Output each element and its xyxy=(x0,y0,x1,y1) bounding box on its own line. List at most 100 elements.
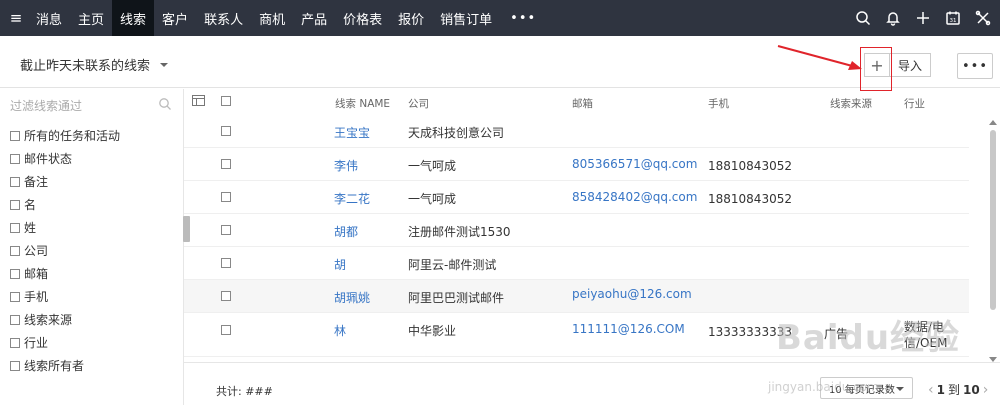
table-row[interactable]: 胡都 注册邮件测试1530 xyxy=(184,214,969,247)
industry-cell: 数据/电信/OEM xyxy=(904,320,948,350)
nav-item-home[interactable]: 主页 xyxy=(70,0,112,36)
company-cell: 阿里云-邮件测试 xyxy=(408,258,497,272)
lead-name-link[interactable]: 李伟 xyxy=(334,157,358,174)
table-row[interactable]: 林 中华影业 111111@126.COM 13333333333 广告 数据/… xyxy=(184,313,969,357)
column-settings-icon[interactable] xyxy=(192,95,206,107)
nav-item-contacts[interactable]: 联系人 xyxy=(196,0,251,36)
filter-search-input[interactable]: 过滤线索通过 xyxy=(10,97,172,117)
table-header: 线索 NAME 公司 邮箱 手机 线索来源 行业 xyxy=(184,89,1000,115)
filter-item-lead-owner[interactable]: 线索所有者 xyxy=(10,354,120,377)
row-checkbox[interactable] xyxy=(221,159,231,169)
filter-item-email-status[interactable]: 邮件状态 xyxy=(10,147,120,170)
column-header-email[interactable]: 邮箱 xyxy=(572,96,593,111)
filter-checkbox[interactable] xyxy=(10,337,20,348)
lead-name-link[interactable]: 胡都 xyxy=(334,223,358,240)
scroll-thumb[interactable] xyxy=(990,130,996,310)
table-row[interactable]: 胡珮姚 阿里巴巴测试邮件 peiyaohu@126.com xyxy=(184,280,969,313)
filter-item-first-name[interactable]: 名 xyxy=(10,193,120,216)
lead-name-link[interactable]: 林 xyxy=(334,322,346,339)
table-row[interactable]: 李伟 一气呵成 805366571@qq.com 18810843052 xyxy=(184,148,969,181)
hamburger-menu-icon[interactable]: ≡ xyxy=(0,0,28,36)
search-icon[interactable] xyxy=(852,7,874,29)
row-checkbox[interactable] xyxy=(221,258,231,268)
filter-checkbox[interactable] xyxy=(10,130,20,141)
column-header-lead-source[interactable]: 线索来源 xyxy=(830,96,872,111)
email-link[interactable]: 111111@126.COM xyxy=(572,322,685,336)
nav-more-button[interactable]: ••• xyxy=(500,11,546,26)
filter-item-last-name[interactable]: 姓 xyxy=(10,216,120,239)
company-cell: 注册邮件测试1530 xyxy=(408,225,511,239)
more-actions-button[interactable]: ••• xyxy=(957,53,993,79)
chevron-down-icon xyxy=(160,62,169,67)
top-navigation-bar: ≡ 消息 主页 线索 客户 联系人 商机 产品 价格表 报价 销售订单 ••• … xyxy=(0,0,1000,36)
filter-checkbox[interactable] xyxy=(10,153,20,164)
filter-checkbox[interactable] xyxy=(10,199,20,210)
filter-item-mobile[interactable]: 手机 xyxy=(10,285,120,308)
previous-page-icon[interactable]: ‹ xyxy=(928,382,934,398)
filter-item-label: 备注 xyxy=(24,175,49,189)
table-row[interactable]: 王宝宝 天成科技创意公司 xyxy=(184,115,969,148)
mobile-cell: 18810843052 xyxy=(708,159,792,173)
custom-view-label: 截止昨天未联系的线索 xyxy=(20,59,151,74)
company-cell: 一气呵成 xyxy=(408,192,457,206)
company-cell: 阿里巴巴测试邮件 xyxy=(408,291,505,305)
filter-item-company[interactable]: 公司 xyxy=(10,239,120,262)
table-row[interactable]: 李二花 一气呵成 858428402@qq.com 18810843052 xyxy=(184,181,969,214)
row-checkbox[interactable] xyxy=(221,325,231,335)
company-cell: 一气呵成 xyxy=(408,159,457,173)
scroll-up-arrow-icon[interactable] xyxy=(989,120,997,125)
filter-checkbox[interactable] xyxy=(10,222,20,233)
lead-name-link[interactable]: 李二花 xyxy=(334,190,370,207)
lead-name-link[interactable]: 胡珮姚 xyxy=(334,289,370,306)
column-header-mobile[interactable]: 手机 xyxy=(708,96,729,111)
filter-checkbox[interactable] xyxy=(10,176,20,187)
column-header-industry[interactable]: 行业 xyxy=(904,96,925,111)
filter-item-notes[interactable]: 备注 xyxy=(10,170,120,193)
filter-checkbox[interactable] xyxy=(10,268,20,279)
column-header-company[interactable]: 公司 xyxy=(408,96,429,111)
nav-item-messages[interactable]: 消息 xyxy=(28,0,70,36)
email-link[interactable]: 858428402@qq.com xyxy=(572,190,697,204)
row-checkbox[interactable] xyxy=(221,225,231,235)
lead-name-link[interactable]: 王宝宝 xyxy=(334,124,370,141)
nav-item-products[interactable]: 产品 xyxy=(293,0,335,36)
calendar-icon[interactable]: 31 xyxy=(942,7,964,29)
custom-view-select[interactable]: 截止昨天未联系的线索 xyxy=(20,55,169,74)
filter-checkbox[interactable] xyxy=(10,291,20,302)
email-link[interactable]: peiyaohu@126.com xyxy=(572,287,692,301)
next-page-icon[interactable]: › xyxy=(983,382,989,398)
filter-item-industry[interactable]: 行业 xyxy=(10,331,120,354)
pagination: ‹ 1 到 10 › xyxy=(928,381,988,398)
column-header-name[interactable]: 线索 NAME xyxy=(335,96,390,111)
company-cell: 天成科技创意公司 xyxy=(408,126,505,140)
filter-item-label: 姓 xyxy=(24,221,37,235)
filter-item-email[interactable]: 邮箱 xyxy=(10,262,120,285)
filter-checkbox[interactable] xyxy=(10,360,20,371)
filter-checkbox[interactable] xyxy=(10,314,20,325)
row-checkbox[interactable] xyxy=(221,291,231,301)
chevron-down-icon xyxy=(896,387,904,391)
nav-item-price-books[interactable]: 价格表 xyxy=(335,0,390,36)
filter-item-lead-source[interactable]: 线索来源 xyxy=(10,308,120,331)
nav-item-deals[interactable]: 商机 xyxy=(251,0,293,36)
filter-checkbox[interactable] xyxy=(10,245,20,256)
filter-list: 所有的任务和活动 邮件状态 备注 名 姓 公司 邮箱 手机 线索来源 行业 线索… xyxy=(10,124,120,377)
records-per-page-select[interactable]: 10 每页记录数 xyxy=(820,377,913,399)
tools-icon[interactable] xyxy=(972,7,994,29)
plus-icon[interactable] xyxy=(912,7,934,29)
table-scrollbar[interactable] xyxy=(988,118,998,362)
table-row[interactable]: 胡 阿里云-邮件测试 xyxy=(184,247,969,280)
nav-item-accounts[interactable]: 客户 xyxy=(154,0,196,36)
nav-item-sales-orders[interactable]: 销售订单 xyxy=(432,0,500,36)
select-all-checkbox[interactable] xyxy=(221,96,231,106)
email-link[interactable]: 805366571@qq.com xyxy=(572,157,697,171)
bell-icon[interactable] xyxy=(882,7,904,29)
lead-name-link[interactable]: 胡 xyxy=(334,256,346,273)
filter-item-all-tasks[interactable]: 所有的任务和活动 xyxy=(10,124,120,147)
row-checkbox[interactable] xyxy=(221,126,231,136)
nav-item-leads[interactable]: 线索 xyxy=(112,0,155,36)
company-cell: 中华影业 xyxy=(408,324,457,338)
row-checkbox[interactable] xyxy=(221,192,231,202)
import-button[interactable]: 导入 xyxy=(889,53,931,77)
nav-item-quotes[interactable]: 报价 xyxy=(390,0,432,36)
